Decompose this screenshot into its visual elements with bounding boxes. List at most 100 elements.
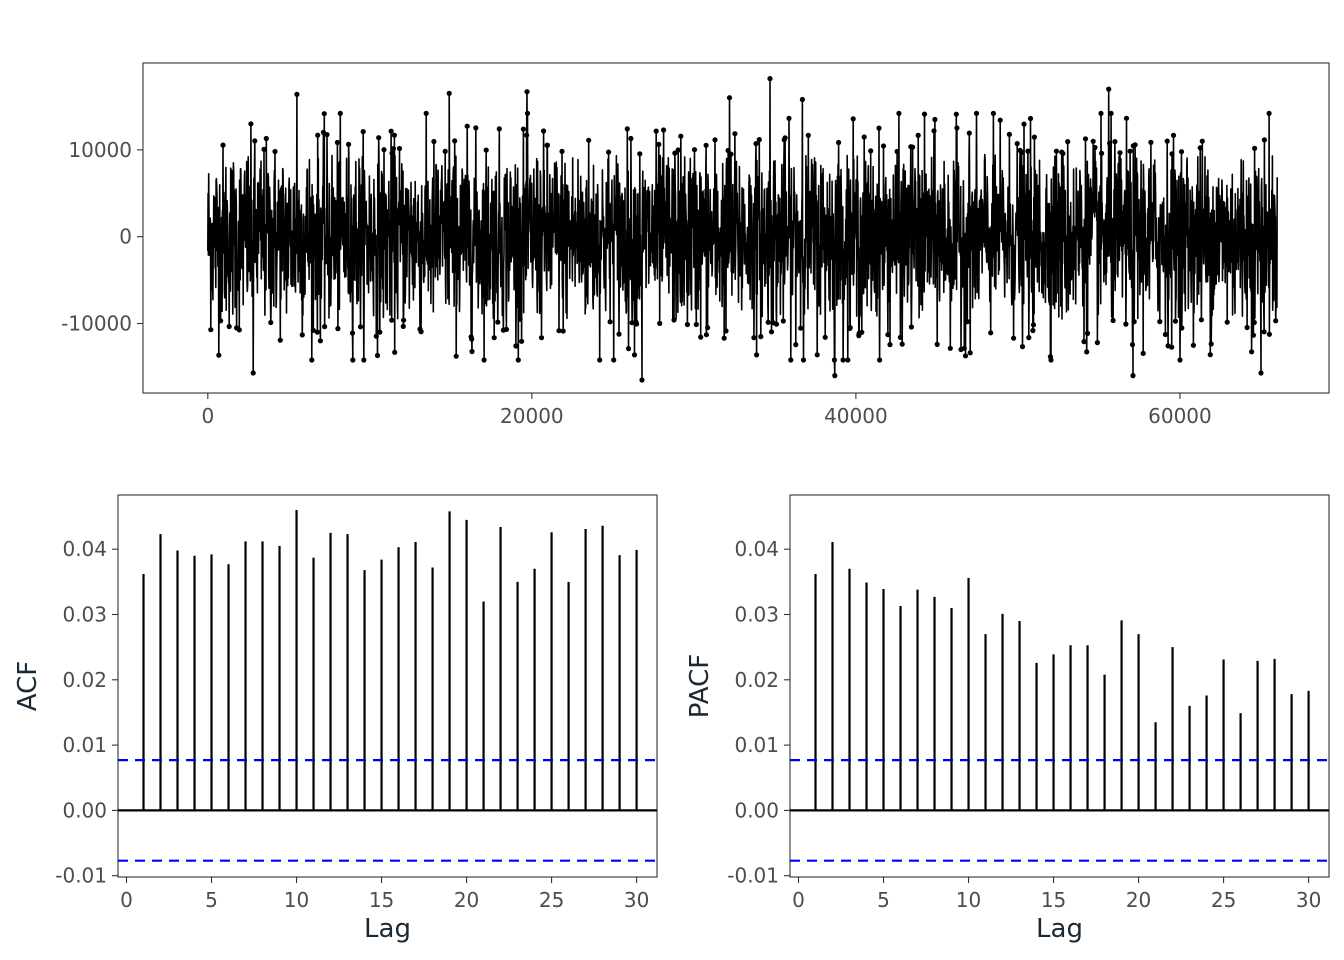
series-point: [1177, 357, 1183, 363]
series-point: [495, 319, 501, 325]
series-point: [376, 135, 382, 141]
pacf-y-tick-label: -0.01: [727, 864, 779, 888]
series-point: [389, 317, 395, 323]
series-point: [541, 128, 547, 134]
series-point: [1019, 344, 1026, 350]
series-point: [346, 141, 352, 147]
series-point: [885, 332, 891, 338]
series-point: [252, 138, 258, 144]
pacf-y-tick-label: 0.03: [734, 602, 779, 626]
series-point: [324, 132, 330, 138]
series-point: [1129, 342, 1136, 348]
series-point: [953, 111, 959, 117]
series-point: [1207, 352, 1213, 358]
series-point: [756, 137, 762, 143]
series-point: [1198, 317, 1204, 323]
series-point: [1130, 373, 1136, 379]
series-point: [1011, 335, 1017, 341]
series-point: [1081, 339, 1087, 345]
series-point: [377, 329, 383, 335]
series-point: [208, 327, 214, 333]
acf-y-tick-label: -0.01: [55, 864, 107, 888]
series-point: [850, 116, 856, 122]
series-point: [1026, 335, 1032, 341]
series-point: [845, 357, 851, 363]
series-point: [931, 128, 937, 134]
series-point: [832, 373, 838, 379]
acf-y-tick-label: 0.03: [62, 602, 107, 626]
series-point: [934, 341, 940, 347]
acf-ylabel: ACF: [13, 661, 43, 711]
series-point: [442, 148, 448, 154]
series-point: [877, 357, 883, 363]
series-point: [250, 370, 256, 376]
series-point: [469, 336, 475, 342]
series-point: [880, 143, 887, 149]
pacf-x-tick-label: 30: [1296, 888, 1321, 912]
series-point: [932, 116, 938, 123]
series-point: [390, 146, 397, 152]
series-point: [317, 338, 323, 344]
pacf-plot-border: [789, 494, 1330, 878]
series-point: [973, 110, 980, 116]
series-point: [788, 357, 794, 363]
series-point: [1169, 344, 1175, 350]
acf-x-tick-label: 10: [284, 888, 309, 912]
series-point: [675, 147, 681, 153]
series-point: [1085, 330, 1091, 336]
series-point: [469, 348, 475, 355]
series-point: [1169, 151, 1175, 157]
series-point: [373, 333, 379, 339]
series-point: [698, 334, 704, 340]
series-y-tick-label: 0: [119, 225, 132, 249]
series-point: [1199, 138, 1205, 144]
series-point: [560, 328, 566, 334]
series-point: [1252, 145, 1258, 151]
acf-y-tick-label: 0.01: [62, 733, 107, 757]
series-point: [236, 327, 242, 333]
series-point: [782, 135, 788, 141]
pacf-y-tick-label: 0.01: [734, 733, 779, 757]
series-point: [401, 317, 407, 323]
series-point: [625, 346, 632, 352]
series-point: [1132, 142, 1138, 148]
series-point: [1065, 139, 1071, 145]
series-point: [321, 111, 327, 117]
series-point: [868, 148, 874, 154]
series-point: [483, 147, 489, 153]
series-point: [400, 323, 406, 329]
series-x-tick-label: 0: [201, 404, 214, 428]
series-point: [799, 96, 806, 103]
series-point: [586, 137, 592, 143]
series-point: [389, 150, 395, 156]
series-point: [374, 352, 381, 359]
series-point: [751, 335, 757, 341]
series-point: [1251, 319, 1257, 326]
series-point: [767, 76, 773, 82]
series-point: [876, 125, 882, 131]
series-point: [634, 321, 640, 327]
series-panel: 0 20000 40000 60000 -10000 0 10000: [61, 62, 1330, 428]
series-point: [765, 319, 771, 325]
series-point: [1148, 139, 1154, 145]
series-point: [656, 141, 662, 147]
series-point: [947, 345, 953, 351]
series-point: [899, 341, 905, 347]
series-point: [513, 343, 519, 349]
series-point: [544, 142, 551, 148]
series-point: [1249, 349, 1255, 355]
series-point: [840, 357, 846, 363]
series-point: [1092, 144, 1098, 151]
pacf-x-tick-label: 15: [1041, 888, 1066, 912]
series-point: [831, 357, 838, 363]
series-point: [1127, 148, 1133, 154]
pacf-y-tick-label: 0.00: [734, 798, 779, 822]
series-point: [272, 148, 278, 155]
series-point: [1123, 115, 1130, 121]
series-point: [997, 117, 1003, 123]
series-point: [896, 110, 902, 116]
series-point: [1250, 332, 1256, 338]
series-point: [1131, 319, 1137, 325]
acf-x-tick-label: 30: [624, 888, 649, 912]
series-point: [1099, 150, 1105, 156]
